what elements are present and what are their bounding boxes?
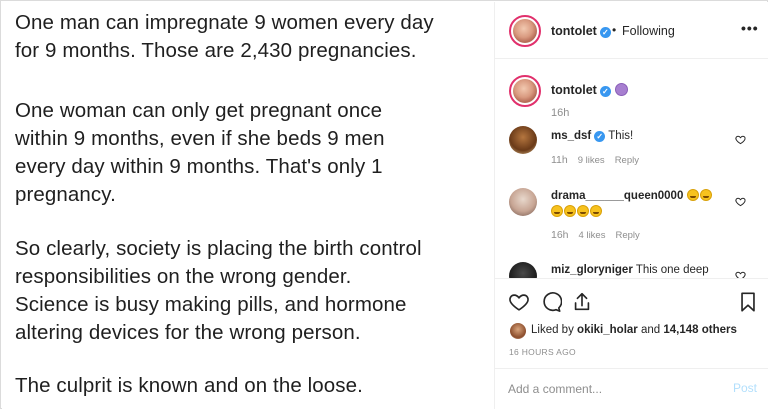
comment-timestamp[interactable]: 16h bbox=[551, 229, 569, 241]
likes-and: and bbox=[640, 324, 661, 336]
laughing-emoji-icon bbox=[577, 205, 589, 217]
laughing-emoji-icon bbox=[686, 189, 699, 201]
comment-body: This one deep bbox=[635, 264, 709, 276]
caption-author-username[interactable]: tontolet ✓ bbox=[551, 83, 628, 97]
image-text-line: for 9 months. Those are 2,430 pregnancie… bbox=[15, 39, 417, 62]
image-text-line: every day within 9 months. That's only 1 bbox=[15, 155, 383, 178]
image-text-line: One woman can only get pregnant once bbox=[15, 99, 383, 122]
laughing-emoji-icon bbox=[699, 189, 712, 201]
commenter-avatar[interactable] bbox=[509, 188, 537, 216]
image-text-line: So clearly, society is placing the birth… bbox=[15, 237, 422, 260]
comment-meta: 11h 9 likes Reply bbox=[551, 154, 639, 166]
verified-badge-icon: ✓ bbox=[599, 86, 611, 97]
image-text-paragraph-3: So clearly, society is placing the birth… bbox=[15, 235, 422, 347]
purple-heart-emoji-icon bbox=[614, 83, 628, 96]
laughing-emoji-icon bbox=[564, 205, 576, 217]
image-text-line: The culprit is known and on the loose. bbox=[15, 374, 363, 397]
laughing-emoji-icon bbox=[590, 205, 602, 217]
image-text-line: altering devices for the wrong person. bbox=[15, 321, 361, 344]
comment-timestamp[interactable]: 11h bbox=[551, 154, 568, 166]
commenter-avatar[interactable] bbox=[509, 262, 537, 278]
commenter-username[interactable]: ms_dsf bbox=[551, 130, 591, 142]
likes-summary: Liked by okiki_holar and 14,148 others bbox=[531, 324, 737, 336]
likes-prefix: Liked by bbox=[531, 324, 574, 336]
instagram-post-window: One man can impregnate 9 women every day… bbox=[0, 0, 768, 409]
author-avatar[interactable] bbox=[509, 15, 541, 47]
commenter-username[interactable]: miz_gloryniger bbox=[551, 264, 633, 276]
author-username-text: tontolet bbox=[551, 24, 597, 38]
liker-avatar[interactable] bbox=[510, 323, 526, 339]
laughing-emoji-icon bbox=[551, 205, 563, 217]
caption-timestamp[interactable]: 16h bbox=[551, 107, 569, 119]
comment-text: drama______queen0000 bbox=[551, 188, 731, 220]
commenter-username[interactable]: drama______queen0000 bbox=[551, 190, 683, 202]
add-comment-input[interactable] bbox=[508, 381, 708, 397]
post-sidebar: tontolet ✓ • Following ••• tontolet ✓ 16h … bbox=[494, 2, 768, 409]
reply-button[interactable]: Reply bbox=[615, 155, 639, 166]
comment-likes[interactable]: 9 likes bbox=[578, 155, 605, 166]
image-text-paragraph-1: One man can impregnate 9 women every day… bbox=[15, 9, 434, 65]
caption-author-avatar[interactable] bbox=[509, 75, 541, 107]
comment-text: ms_dsf ✓ This! bbox=[551, 128, 731, 144]
liker-username[interactable]: okiki_holar bbox=[577, 324, 638, 336]
comment-like-heart-icon[interactable] bbox=[735, 134, 746, 145]
post-comment-button[interactable]: Post bbox=[733, 381, 757, 395]
following-button[interactable]: Following bbox=[622, 24, 675, 38]
comment-bubble-icon[interactable] bbox=[540, 291, 562, 313]
comment-meta: 16h 4 likes Reply bbox=[551, 229, 640, 241]
reply-button[interactable]: Reply bbox=[615, 230, 639, 241]
image-text-paragraph-4: The culprit is known and on the loose. bbox=[15, 372, 363, 400]
verified-badge-icon: ✓ bbox=[594, 131, 606, 142]
more-options-icon[interactable]: ••• bbox=[741, 20, 759, 36]
author-username[interactable]: tontolet ✓ bbox=[551, 24, 611, 38]
post-timestamp[interactable]: 16 HOURS AGO bbox=[509, 347, 576, 357]
post-image[interactable]: One man can impregnate 9 women every day… bbox=[2, 2, 494, 409]
save-bookmark-icon[interactable] bbox=[737, 291, 759, 313]
commenter-avatar[interactable] bbox=[509, 126, 537, 154]
comments-list[interactable]: tontolet ✓ 16h ms_dsf ✓ This! 11h 9 likes Re… bbox=[495, 60, 768, 278]
comment-like-heart-icon[interactable] bbox=[735, 196, 746, 207]
like-heart-icon[interactable] bbox=[508, 291, 530, 313]
comment-row: drama______queen0000 16h 4 likes Reply bbox=[495, 188, 768, 248]
image-text-line: Science is busy making pills, and hormon… bbox=[15, 293, 407, 316]
image-text-paragraph-2: One woman can only get pregnant once wit… bbox=[15, 97, 385, 209]
comment-likes[interactable]: 4 likes bbox=[579, 230, 606, 241]
comment-row: ms_dsf ✓ This! 11h 9 likes Reply bbox=[495, 126, 768, 186]
likes-count[interactable]: 14,148 others bbox=[663, 324, 737, 336]
comment-body: This! bbox=[608, 130, 634, 142]
caption-author-avatar-image bbox=[513, 79, 537, 103]
post-actions: Liked by okiki_holar and 14,148 others 1… bbox=[495, 278, 768, 368]
caption-username-text: tontolet bbox=[551, 83, 597, 97]
image-text-line: pregnancy. bbox=[15, 183, 116, 206]
post-header: tontolet ✓ • Following ••• bbox=[495, 2, 768, 59]
author-avatar-image bbox=[513, 19, 537, 43]
share-upload-icon[interactable] bbox=[571, 291, 593, 313]
comment-row: miz_gloryniger This one deep bbox=[495, 260, 768, 278]
header-separator: • bbox=[612, 23, 617, 37]
comment-text: miz_gloryniger This one deep bbox=[551, 262, 731, 278]
image-text-line: One man can impregnate 9 women every day bbox=[15, 11, 434, 34]
add-comment-bar: Post bbox=[495, 368, 768, 409]
image-text-line: responsibilities on the wrong gender. bbox=[15, 265, 352, 288]
image-text-line: within 9 months, even if she beds 9 men bbox=[15, 127, 385, 150]
comment-like-heart-icon[interactable] bbox=[735, 270, 746, 278]
verified-badge-icon: ✓ bbox=[599, 27, 611, 38]
